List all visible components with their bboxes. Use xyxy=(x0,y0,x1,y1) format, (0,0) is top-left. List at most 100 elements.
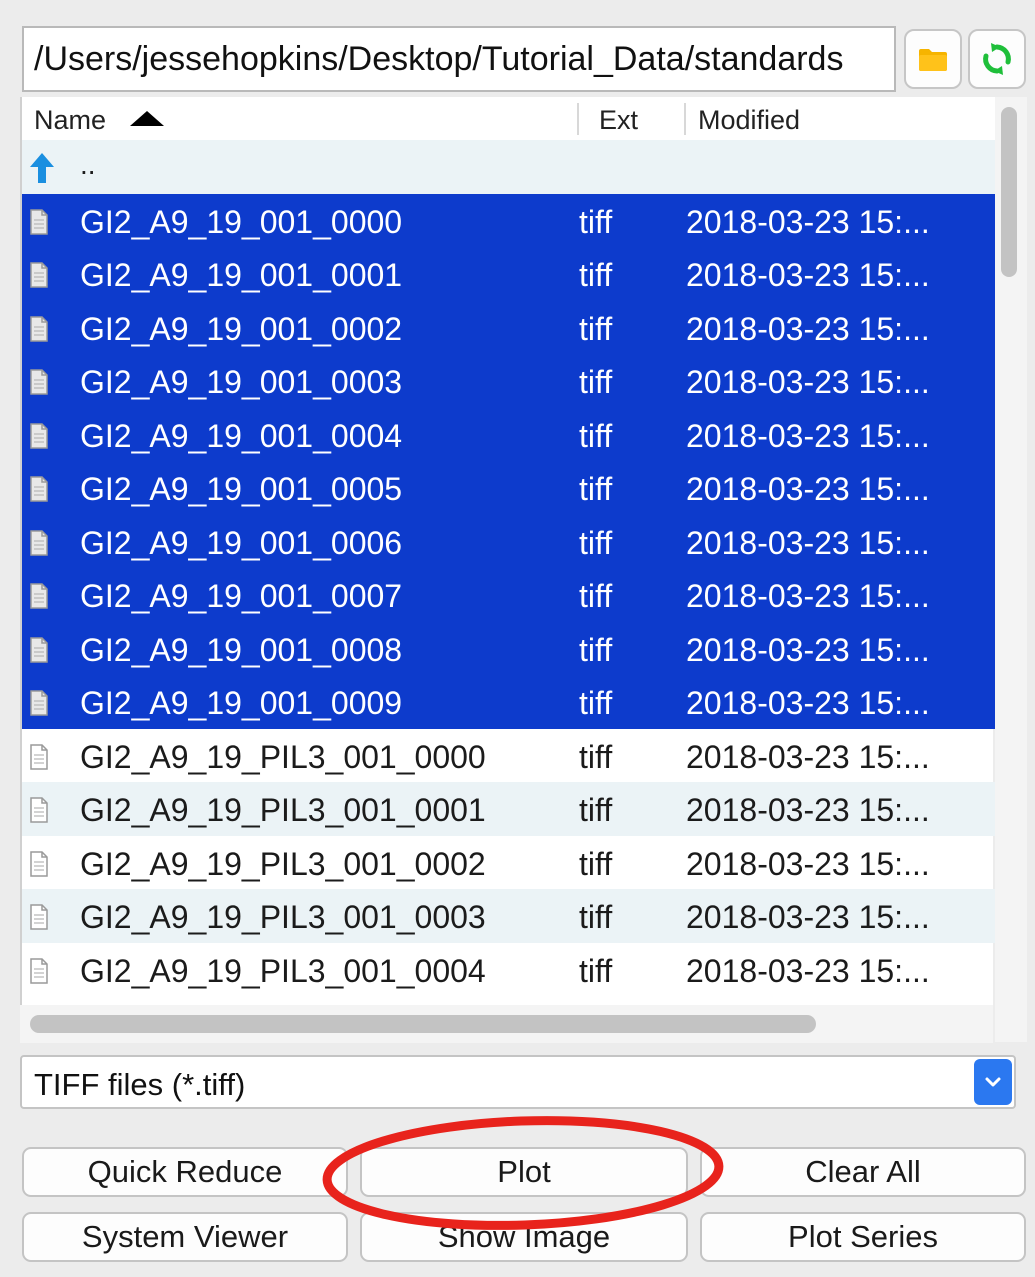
file-modified: 2018-03-23 15:... xyxy=(686,471,930,507)
file-modified: 2018-03-23 15:... xyxy=(686,364,930,400)
file-icon xyxy=(29,901,49,938)
file-ext: tiff xyxy=(579,792,613,828)
file-modified: 2018-03-23 15:... xyxy=(686,578,930,614)
file-ext: tiff xyxy=(579,845,613,882)
file-icon xyxy=(29,473,49,510)
file-modified: 2018-03-23 15:... xyxy=(686,203,930,240)
file-name: GI2_A9_19_001_0009 xyxy=(80,685,403,721)
file-row[interactable]: GI2_A9_19_001_0004 tiff 2018-03-23 15:... xyxy=(22,407,995,461)
file-modified: 2018-03-23 15:... xyxy=(686,631,930,668)
column-header-name[interactable]: Name xyxy=(34,97,106,140)
file-list[interactable]: Name Ext Modified .. GI2_A9_19_001_0000 t… xyxy=(20,97,995,1042)
file-name: GI2_A9_19_PIL3_001_0004 xyxy=(80,952,486,989)
file-row[interactable]: GI2_A9_19_001_0006 tiff 2018-03-23 15:... xyxy=(22,514,995,568)
file-modified: 2018-03-23 15:... xyxy=(686,417,930,454)
file-row[interactable]: GI2_A9_19_001_0009 tiff 2018-03-23 15:... xyxy=(22,675,995,729)
column-header-ext[interactable]: Ext xyxy=(599,97,638,140)
parent-directory-row[interactable]: .. xyxy=(22,140,995,194)
up-arrow-icon xyxy=(29,152,55,192)
file-row[interactable]: GI2_A9_19_001_0005 tiff 2018-03-23 15:... xyxy=(22,461,995,515)
file-row[interactable]: GI2_A9_19_001_0000 tiff 2018-03-23 15:... xyxy=(22,193,995,247)
file-icon xyxy=(29,527,49,564)
path-input[interactable]: /Users/jessehopkins/Desktop/Tutorial_Dat… xyxy=(22,26,896,92)
file-ext: tiff xyxy=(579,578,613,614)
column-divider[interactable] xyxy=(684,103,686,135)
list-header: Name Ext Modified xyxy=(22,97,995,141)
file-rows: .. GI2_A9_19_001_0000 tiff 2018-03-23 15:.… xyxy=(22,140,995,996)
file-modified: 2018-03-23 15:... xyxy=(686,738,930,775)
file-modified: 2018-03-23 15:... xyxy=(686,685,930,721)
file-row[interactable]: GI2_A9_19_001_0008 tiff 2018-03-23 15:... xyxy=(22,621,995,675)
file-row[interactable]: GI2_A9_19_001_0001 tiff 2018-03-23 15:... xyxy=(22,247,995,301)
file-ext: tiff xyxy=(579,738,613,775)
file-name: GI2_A9_19_PIL3_001_0000 xyxy=(80,738,486,775)
file-ext: tiff xyxy=(579,417,613,454)
file-ext: tiff xyxy=(579,952,613,989)
file-ext: tiff xyxy=(579,310,613,347)
file-modified: 2018-03-23 15:... xyxy=(686,899,930,935)
system-viewer-button[interactable]: System Viewer xyxy=(22,1212,348,1262)
file-modified: 2018-03-23 15:... xyxy=(686,257,930,293)
file-ext: tiff xyxy=(579,364,613,400)
refresh-icon xyxy=(981,42,1013,76)
clear-all-button[interactable]: Clear All xyxy=(700,1147,1026,1197)
file-row[interactable]: GI2_A9_19_PIL3_001_0003 tiff 2018-03-23 15… xyxy=(22,889,995,943)
file-name: GI2_A9_19_001_0003 xyxy=(80,364,403,400)
file-icon xyxy=(29,634,49,671)
column-divider[interactable] xyxy=(577,103,579,135)
plot-button[interactable]: Plot xyxy=(360,1147,688,1197)
column-header-modified[interactable]: Modified xyxy=(698,97,800,140)
file-row[interactable]: GI2_A9_19_PIL3_001_0004 tiff 2018-03-23 15… xyxy=(22,943,995,997)
file-ext: tiff xyxy=(579,471,613,507)
file-name: GI2_A9_19_PIL3_001_0003 xyxy=(80,899,486,935)
file-ext: tiff xyxy=(579,899,613,935)
file-name: GI2_A9_19_001_0000 xyxy=(80,203,403,240)
file-icon xyxy=(29,741,49,778)
file-name: GI2_A9_19_001_0005 xyxy=(80,471,403,507)
file-icon xyxy=(29,313,49,350)
file-name: GI2_A9_19_001_0001 xyxy=(80,257,403,293)
file-icon xyxy=(29,580,49,617)
file-row[interactable]: GI2_A9_19_PIL3_001_0000 tiff 2018-03-23 15… xyxy=(22,729,995,783)
file-row[interactable]: GI2_A9_19_001_0007 tiff 2018-03-23 15:... xyxy=(22,568,995,622)
file-modified: 2018-03-23 15:... xyxy=(686,952,930,989)
file-modified: 2018-03-23 15:... xyxy=(686,310,930,347)
file-ext: tiff xyxy=(579,631,613,668)
vertical-scroll-thumb[interactable] xyxy=(1001,107,1017,277)
file-name: GI2_A9_19_001_0007 xyxy=(80,578,403,614)
horizontal-scrollbar[interactable] xyxy=(20,1005,993,1043)
file-icon xyxy=(29,848,49,885)
chevron-down-icon[interactable] xyxy=(974,1059,1012,1105)
file-icon xyxy=(29,259,49,296)
file-name: GI2_A9_19_001_0002 xyxy=(80,310,403,347)
file-type-select[interactable]: TIFF files (*.tiff) xyxy=(20,1055,1016,1109)
file-icon xyxy=(29,366,49,403)
file-name: GI2_A9_19_PIL3_001_0001 xyxy=(80,792,486,828)
file-icon xyxy=(29,420,49,457)
show-image-button[interactable]: Show Image xyxy=(360,1212,688,1262)
folder-icon xyxy=(918,46,948,72)
file-name: GI2_A9_19_PIL3_001_0002 xyxy=(80,845,486,882)
refresh-button[interactable] xyxy=(968,29,1026,89)
horizontal-scroll-thumb[interactable] xyxy=(30,1015,816,1033)
file-icon xyxy=(29,206,49,243)
file-row[interactable]: GI2_A9_19_001_0003 tiff 2018-03-23 15:... xyxy=(22,354,995,408)
quick-reduce-button[interactable]: Quick Reduce xyxy=(22,1147,348,1197)
file-icon xyxy=(29,687,49,724)
file-ext: tiff xyxy=(579,524,613,561)
file-name: GI2_A9_19_001_0004 xyxy=(80,417,403,454)
plot-series-button[interactable]: Plot Series xyxy=(700,1212,1026,1262)
file-row[interactable]: GI2_A9_19_PIL3_001_0002 tiff 2018-03-23 15… xyxy=(22,836,995,890)
parent-directory-label: .. xyxy=(80,149,96,180)
file-name: GI2_A9_19_001_0008 xyxy=(80,631,403,668)
file-row[interactable]: GI2_A9_19_001_0002 tiff 2018-03-23 15:... xyxy=(22,300,995,354)
file-ext: tiff xyxy=(579,257,613,293)
vertical-scrollbar[interactable] xyxy=(995,97,1027,1042)
file-modified: 2018-03-23 15:... xyxy=(686,845,930,882)
file-icon xyxy=(29,955,49,992)
file-ext: tiff xyxy=(579,685,613,721)
file-row[interactable]: GI2_A9_19_PIL3_001_0001 tiff 2018-03-23 15… xyxy=(22,782,995,836)
file-modified: 2018-03-23 15:... xyxy=(686,792,930,828)
open-folder-button[interactable] xyxy=(904,29,962,89)
file-type-selected: TIFF files (*.tiff) xyxy=(34,1067,246,1102)
